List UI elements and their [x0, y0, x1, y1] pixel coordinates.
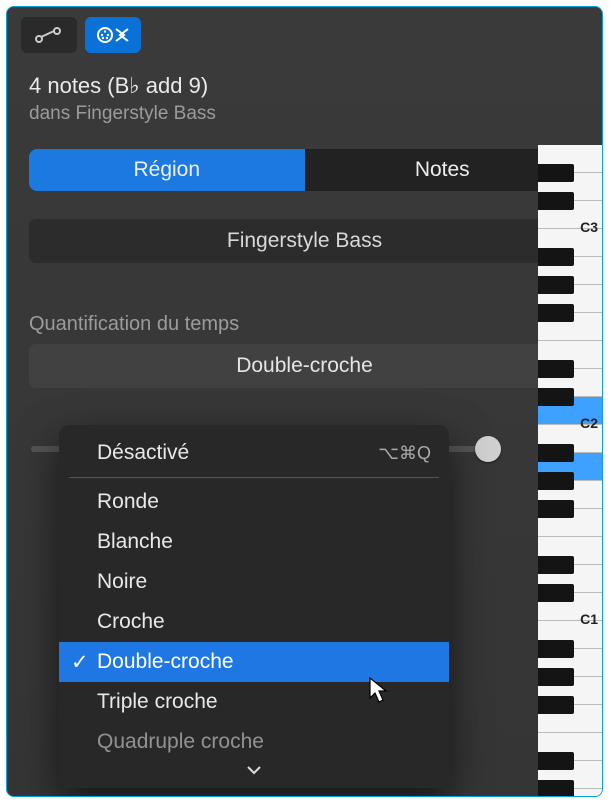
black-key[interactable] [538, 668, 574, 686]
black-key[interactable] [538, 752, 574, 770]
black-key[interactable] [538, 444, 574, 462]
check-icon: ✓ [71, 650, 89, 675]
menu-item-5[interactable]: Triple croche [59, 682, 449, 722]
menu-item-2[interactable]: Noire [59, 562, 449, 602]
black-key[interactable] [538, 556, 574, 574]
menu-item-label: Ronde [97, 490, 159, 514]
menu-item-0[interactable]: Ronde [59, 482, 449, 522]
piano-keyboard[interactable]: C3 C2 C1 [538, 145, 602, 796]
automation-icon [34, 26, 64, 44]
menu-item-label: Quadruple croche [97, 730, 264, 754]
inspector-panel: 4 notes (B♭ add 9) dans Fingerstyle Bass… [6, 6, 603, 797]
chevron-down-icon [246, 765, 262, 775]
menu-item-label: Double-croche [97, 650, 234, 674]
slider-knob[interactable] [475, 436, 501, 462]
black-key[interactable] [538, 304, 574, 322]
black-key[interactable] [538, 584, 574, 602]
menu-item-label: Croche [97, 610, 165, 634]
menu-item-3[interactable]: Croche [59, 602, 449, 642]
quantize-menu: Désactivé ⌥⌘Q Ronde Blanche Noire Croche ✓ Do… [59, 425, 449, 788]
region-name-field[interactable]: Fingerstyle Bass [29, 219, 580, 263]
midi-in-icon [96, 25, 130, 45]
black-key[interactable] [538, 640, 574, 658]
menu-item-label: Noire [97, 570, 147, 594]
black-key[interactable] [538, 192, 574, 210]
menu-item-label: Triple croche [97, 690, 218, 714]
selection-header: 4 notes (B♭ add 9) dans Fingerstyle Bass [7, 63, 602, 139]
menu-item-label: Blanche [97, 530, 173, 554]
black-key[interactable] [538, 780, 574, 797]
time-quantize-value: Double-croche [236, 354, 373, 378]
tab-region[interactable]: Région [29, 149, 305, 191]
octave-label-c3: C3 [580, 219, 598, 235]
inspector-tabs: Région Notes [29, 149, 580, 191]
octave-label-c2: C2 [580, 415, 598, 431]
menu-separator [69, 477, 439, 478]
toolbar [7, 7, 602, 63]
black-key[interactable] [538, 276, 574, 294]
menu-item-6[interactable]: Quadruple croche [59, 722, 449, 762]
black-key[interactable] [538, 388, 574, 406]
selection-subtitle: dans Fingerstyle Bass [29, 103, 580, 125]
time-quantize-dropdown[interactable]: Double-croche ▴▾ [29, 344, 580, 388]
black-key[interactable] [538, 500, 574, 518]
automation-toggle[interactable] [21, 17, 77, 53]
black-key[interactable] [538, 164, 574, 182]
time-quantize-label: Quantification du temps [29, 313, 580, 336]
octave-label-c1: C1 [580, 611, 598, 627]
menu-item-1[interactable]: Blanche [59, 522, 449, 562]
menu-scroll-down[interactable] [59, 762, 449, 786]
menu-item-4[interactable]: ✓ Double-croche [59, 642, 449, 682]
black-key[interactable] [538, 360, 574, 378]
black-key[interactable] [538, 248, 574, 266]
black-key[interactable] [538, 472, 574, 490]
black-key[interactable] [538, 696, 574, 714]
menu-item-off[interactable]: Désactivé ⌥⌘Q [59, 433, 449, 473]
selection-title: 4 notes (B♭ add 9) [29, 73, 580, 99]
menu-shortcut: ⌥⌘Q [378, 443, 431, 464]
midi-in-toggle[interactable] [85, 17, 141, 53]
